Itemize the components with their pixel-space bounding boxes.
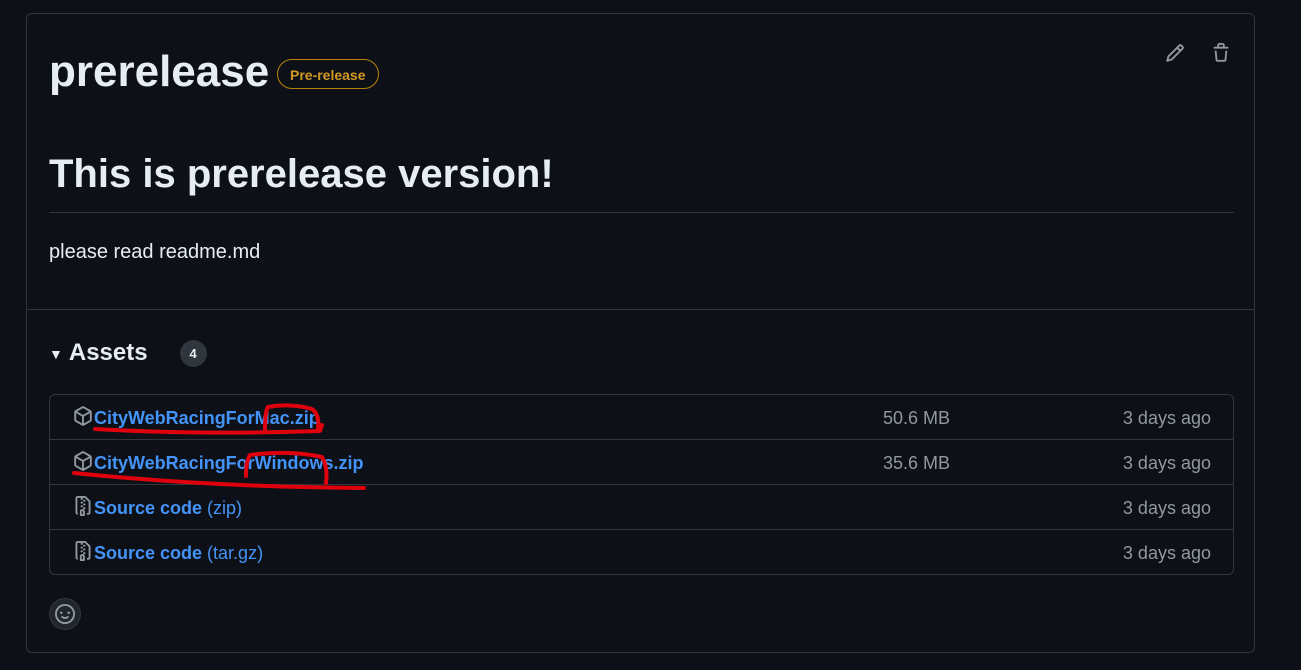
package-icon [74, 406, 92, 426]
release-notes-text: please read readme.md [49, 241, 261, 263]
asset-row: CityWebRacingForMac.zip 50.6 MB 3 days a… [50, 395, 1233, 439]
assets-toggle[interactable]: ▼ Assets 4 [49, 339, 207, 367]
assets-list: CityWebRacingForMac.zip 50.6 MB 3 days a… [49, 394, 1234, 575]
release-title[interactable]: prerelease [49, 44, 269, 100]
asset-size: 50.6 MB [883, 408, 951, 428]
assets-label: Assets [68, 339, 148, 366]
assets-count-badge: 4 [179, 339, 207, 367]
asset-format: (tar.gz) [207, 543, 264, 563]
source-code-zip-link[interactable]: Source code (zip) [94, 497, 242, 519]
section-divider [27, 309, 1254, 310]
asset-row: Source code (zip) 3 days ago [50, 484, 1233, 529]
asset-link-label: Source code [94, 498, 203, 518]
source-code-targz-link[interactable]: Source code (tar.gz) [94, 542, 263, 564]
asset-date: 3 days ago [1122, 498, 1211, 518]
file-zip-icon [75, 496, 91, 516]
asset-link-label: Source code [94, 543, 203, 563]
smiley-icon [55, 604, 75, 624]
asset-link[interactable]: CityWebRacingForMac.zip [94, 407, 320, 429]
package-icon [74, 451, 92, 471]
asset-date: 3 days ago [1122, 408, 1211, 428]
caret-down-icon: ▼ [49, 346, 63, 362]
trash-icon [1213, 43, 1229, 62]
prerelease-badge: Pre-release [277, 59, 379, 89]
asset-date: 3 days ago [1122, 543, 1211, 563]
asset-row: CityWebRacingForWindows.zip 35.6 MB 3 da… [50, 439, 1233, 484]
file-zip-icon [75, 541, 91, 561]
release-card: prerelease Pre-release This is prereleas… [26, 13, 1255, 653]
asset-row: Source code (tar.gz) 3 days ago [50, 529, 1233, 574]
asset-link[interactable]: CityWebRacingForWindows.zip [94, 452, 364, 474]
asset-format: (zip) [207, 498, 243, 518]
asset-size: 35.6 MB [883, 453, 951, 473]
edit-release-button[interactable] [1164, 42, 1186, 64]
delete-release-button[interactable] [1210, 42, 1232, 64]
release-actions [1164, 42, 1232, 64]
asset-date: 3 days ago [1122, 453, 1211, 473]
release-notes-heading: This is prerelease version! [49, 148, 1234, 213]
add-reaction-button[interactable] [49, 598, 81, 630]
pencil-icon [1166, 44, 1184, 62]
